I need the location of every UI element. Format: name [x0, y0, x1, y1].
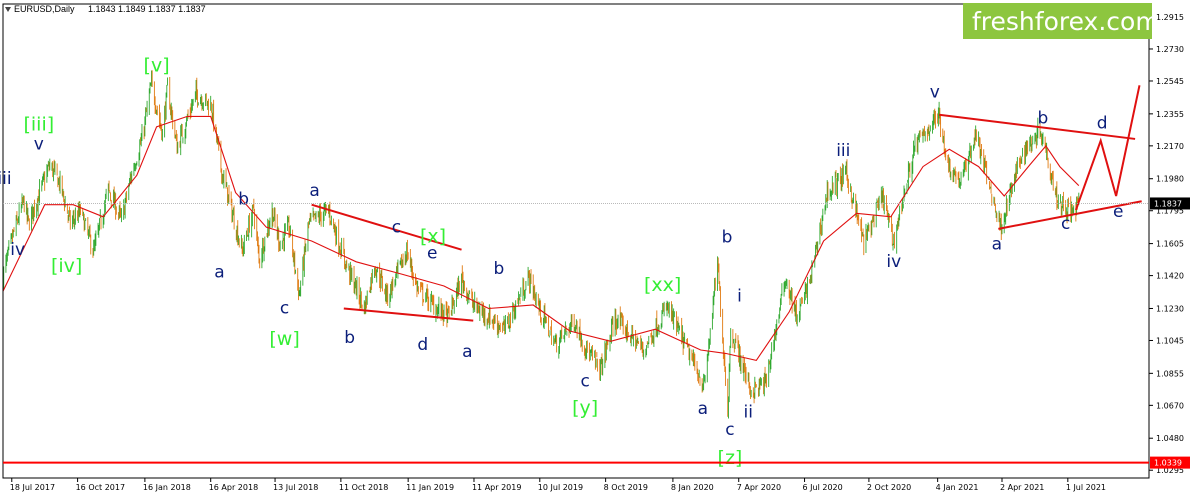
- date-tick-label: 11 Apr 2019: [472, 483, 521, 492]
- wave-label: c: [280, 299, 289, 319]
- price-tick-label: 1.1420: [1156, 272, 1184, 281]
- symbol-header: EURUSD,Daily: [14, 4, 75, 14]
- date-tick-label: 2 Apr 2021: [1000, 483, 1044, 492]
- wave-label: a: [992, 235, 1002, 255]
- wave-label: b: [344, 328, 355, 348]
- price-tick-label: 1.1605: [1156, 240, 1184, 249]
- wave-label: iii: [0, 169, 12, 189]
- date-tick-label: 11 Oct 2018: [339, 483, 388, 492]
- price-tick-label: 1.2730: [1156, 45, 1184, 54]
- wave-label: b: [238, 190, 249, 210]
- ohlc-header: 1.1843 1.1849 1.1837 1.1837: [88, 4, 206, 14]
- date-tick-label: 8 Oct 2019: [604, 483, 648, 492]
- date-tick-label: 1 Jul 2021: [1066, 483, 1106, 492]
- date-tick-label: 11 Jan 2019: [406, 483, 454, 492]
- wave-label: e: [1113, 202, 1123, 222]
- wave-label: a: [462, 342, 472, 362]
- wave-label: ii: [744, 402, 753, 422]
- wave-label: b: [1038, 108, 1049, 128]
- wave-label: c: [580, 371, 589, 391]
- wave-label: [xx]: [644, 274, 681, 296]
- chart-header: EURUSD,Daily 1.1843 1.1849 1.1837 1.1837: [5, 4, 206, 14]
- wave-label: i: [737, 287, 742, 307]
- wave-label: [y]: [572, 397, 598, 419]
- wave-label: [iv]: [51, 255, 82, 277]
- wave-label: v: [34, 134, 44, 154]
- price-tick-label: 1.0855: [1156, 369, 1184, 378]
- date-tick-label: 16 Jan 2018: [143, 483, 191, 492]
- wave-label: a: [698, 399, 708, 419]
- wave-label: c: [725, 420, 734, 440]
- wave-label: b: [493, 259, 504, 279]
- wave-label: [z]: [718, 447, 743, 469]
- wave-label: c: [1061, 214, 1070, 234]
- price-tick-label: 1.1980: [1156, 175, 1184, 184]
- wave-label: d: [1097, 114, 1108, 134]
- date-tick-label: 8 Jan 2020: [671, 483, 714, 492]
- wave-label: [v]: [144, 54, 170, 76]
- price-tick-label: 1.2355: [1156, 110, 1184, 119]
- date-tick-label: 7 Apr 2020: [737, 483, 781, 492]
- wave-label: iv: [10, 240, 25, 260]
- wave-label: a: [214, 262, 224, 282]
- logo-text: freshforex.com: [972, 7, 1160, 36]
- price-tick-label: 1.2545: [1156, 77, 1184, 86]
- wave-label: iv: [886, 252, 901, 272]
- wave-label: d: [417, 335, 428, 355]
- date-tick-label: 13 Jul 2018: [273, 483, 318, 492]
- wave-label: a: [309, 181, 319, 201]
- plot-background: [0, 0, 1191, 497]
- date-tick-label: 4 Jan 2021: [936, 483, 979, 492]
- price-tick-label: 1.1045: [1156, 336, 1184, 345]
- price-tick-label: 1.2170: [1156, 142, 1184, 151]
- wave-label: b: [722, 228, 733, 248]
- wave-label: iii: [836, 141, 850, 161]
- freshforex-logo: freshforex.com: [963, 3, 1160, 39]
- date-tick-label: 10 Jul 2019: [538, 483, 583, 492]
- date-tick-label: 16 Oct 2017: [76, 483, 125, 492]
- price-tick-label: 1.0480: [1156, 434, 1184, 443]
- wave-label: c: [392, 217, 401, 237]
- date-tick-label: 2 Oct 2020: [867, 483, 911, 492]
- wave-label: [w]: [269, 328, 299, 350]
- current-price-label: 1.1837: [1154, 199, 1182, 208]
- support-price-label: 1.0339: [1154, 459, 1182, 468]
- wave-label: e: [427, 243, 437, 263]
- price-tick-label: 1.1230: [1156, 304, 1184, 313]
- date-tick-label: 18 Jul 2017: [10, 483, 55, 492]
- date-tick-label: 6 Jul 2020: [803, 483, 843, 492]
- wave-label: v: [930, 82, 940, 102]
- price-tick-label: 1.0670: [1156, 401, 1184, 410]
- price-tick-label: 1.2915: [1156, 13, 1184, 22]
- date-tick-label: 16 Apr 2018: [209, 483, 258, 492]
- eurusd-daily-chart: iiiivv[iii][iv][v]abc[w]abc[x]edabc[y][x…: [0, 0, 1191, 497]
- wave-label: [iii]: [23, 113, 54, 135]
